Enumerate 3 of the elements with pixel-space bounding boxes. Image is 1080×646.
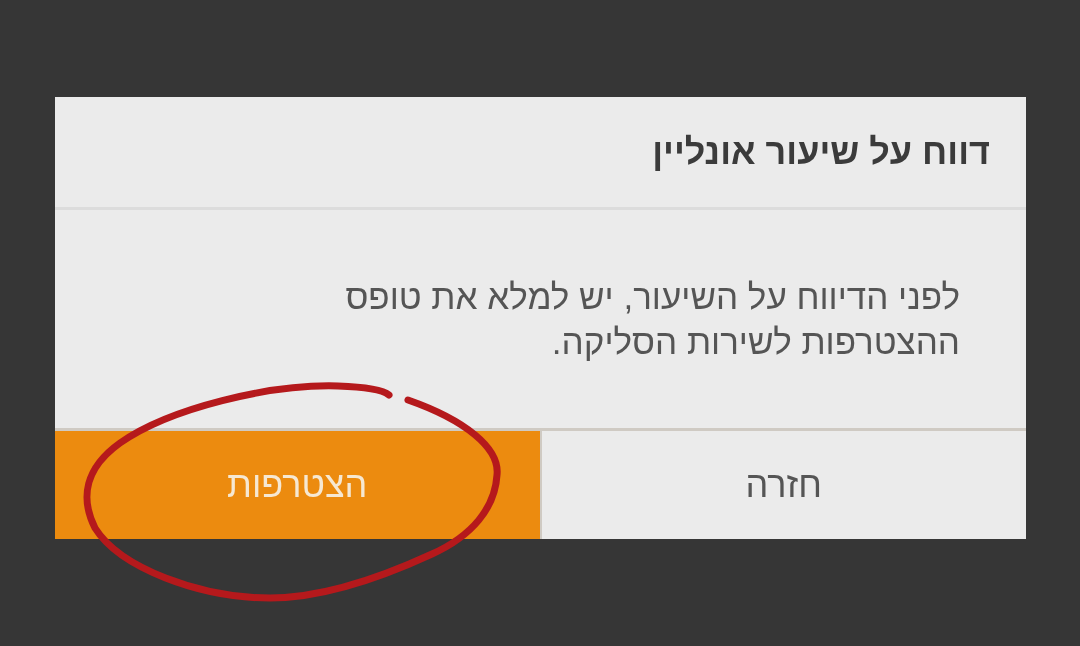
dialog-message: לפני הדיווח על השיעור, יש למלא את טופס ההצטרפות לשירות הסליקה. [344,276,960,363]
dialog-title: דווח על שיעור אונליין [652,130,990,174]
dialog-button[interactable]: חזרה [541,431,1026,539]
